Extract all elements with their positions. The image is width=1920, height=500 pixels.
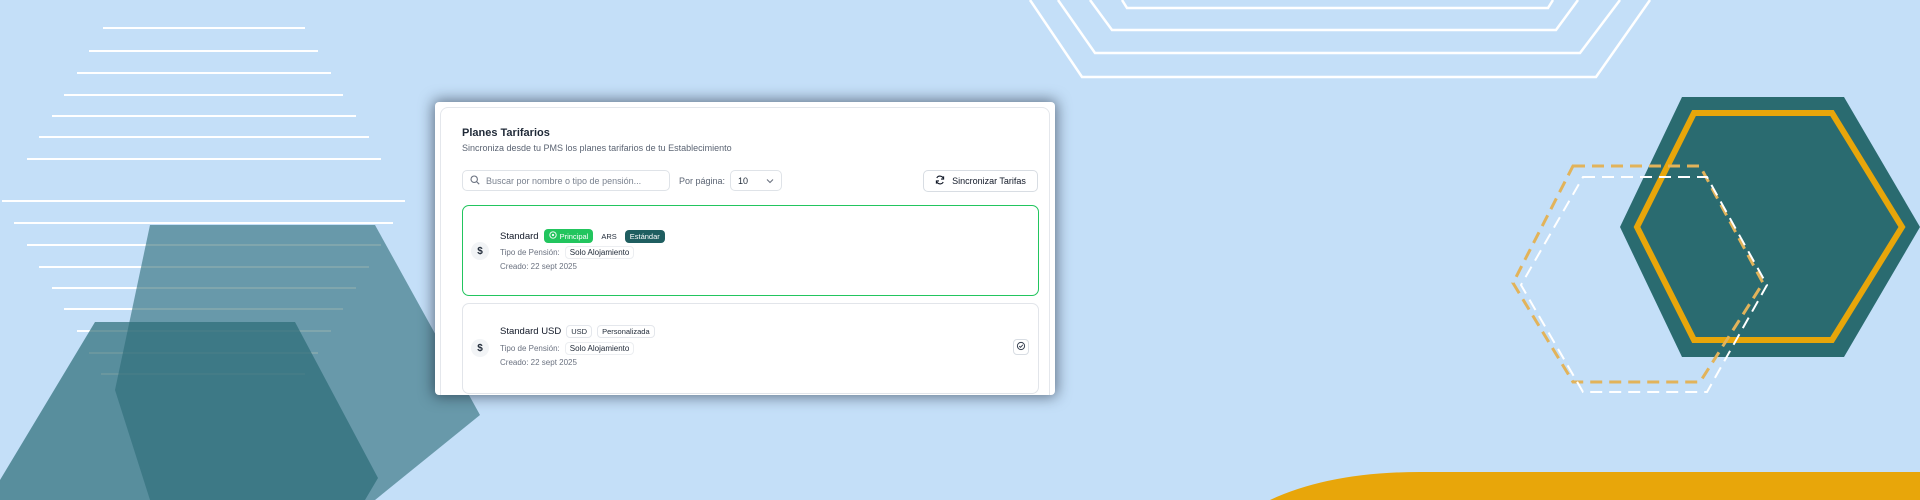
plan-name-row: Standard USD USD Personalizada — [500, 325, 655, 338]
created-date: Creado: 22 sept 2025 — [500, 262, 577, 271]
search-input[interactable]: Buscar por nombre o tipo de pensión... — [462, 170, 670, 191]
chevron-down-icon — [766, 176, 774, 186]
pension-label: Tipo de Pensión: — [500, 248, 560, 257]
dollar-icon: $ — [471, 339, 489, 357]
principal-badge: Principal — [543, 229, 594, 243]
type-badge: Estándar — [624, 229, 665, 243]
top-right-outlines — [1028, 0, 1652, 79]
right-hexagon — [1620, 97, 1920, 357]
dollar-icon: $ — [471, 242, 489, 260]
principal-badge-label: Principal — [559, 231, 589, 241]
plan-name: Standard — [500, 230, 539, 242]
search-icon — [470, 174, 480, 187]
sync-rates-button[interactable]: Sincronizar Tarifas — [923, 170, 1038, 192]
bottom-right-gold-shape — [1270, 472, 1920, 500]
per-page-label: Por página: — [679, 176, 726, 186]
plan-name: Standard USD — [500, 326, 562, 337]
currency-badge: ARS — [601, 231, 617, 241]
per-page-select[interactable]: 10 — [730, 170, 782, 191]
check-circle-icon — [1016, 338, 1026, 356]
rate-plans-panel: Planes Tarifarios Sincroniza desde tu PM… — [440, 107, 1050, 395]
currency-badge: USD — [566, 325, 593, 338]
sync-rates-label: Sincronizar Tarifas — [952, 176, 1026, 186]
per-page-value: 10 — [738, 175, 749, 186]
pension-row: Tipo de Pensión: Solo Alojamiento — [500, 342, 635, 355]
pension-value: Solo Alojamiento — [564, 342, 635, 355]
pension-label: Tipo de Pensión: — [500, 344, 560, 353]
page-title: Planes Tarifarios — [462, 127, 550, 139]
refresh-icon — [935, 175, 945, 187]
created-date: Creado: 22 sept 2025 — [500, 358, 577, 367]
rate-plans-card: Planes Tarifarios Sincroniza desde tu PM… — [435, 102, 1055, 395]
set-principal-button[interactable] — [1013, 339, 1029, 355]
plan-name-row: Standard Principal ARS Estándar — [500, 229, 665, 243]
pension-value: Solo Alojamiento — [564, 246, 635, 259]
rate-plan-item[interactable]: $ Standard Principal ARS Estándar Tipo d… — [462, 205, 1039, 296]
type-badge: Personalizada — [597, 325, 655, 338]
pension-row: Tipo de Pensión: Solo Alojamiento — [500, 246, 635, 259]
star-icon — [548, 231, 557, 241]
page-subtitle: Sincroniza desde tu PMS los planes tarif… — [462, 143, 732, 153]
search-placeholder: Buscar por nombre o tipo de pensión... — [486, 175, 642, 186]
rate-plan-item[interactable]: $ Standard USD USD Personalizada Tipo de… — [462, 303, 1039, 394]
